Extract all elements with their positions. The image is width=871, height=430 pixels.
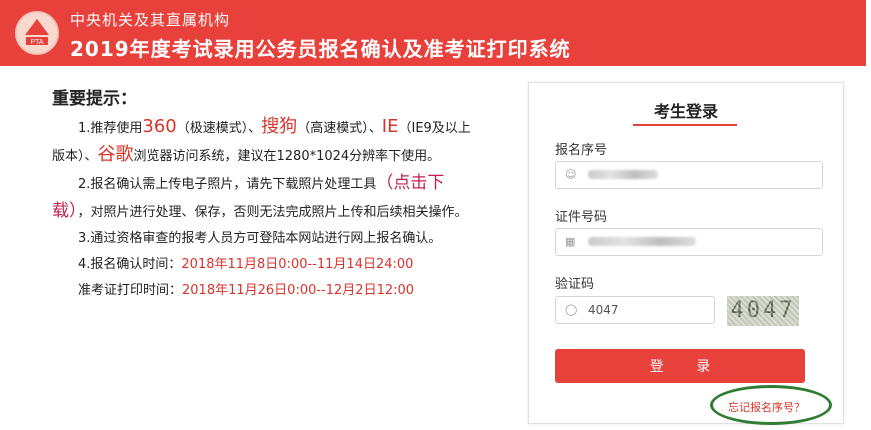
id-number-value — [588, 235, 696, 249]
notice-item-qualification: 3.通过资格审查的报考人员方可登陆本网站进行网上报名确认。 — [78, 231, 442, 246]
notice-heading: 重要提示： — [52, 89, 137, 109]
notice-item-confirm-time: 4.报名确认时间：2018年11月8日0:00--11月14日24:00 — [78, 257, 414, 272]
title-underline — [633, 124, 737, 126]
browser-360: 360 — [142, 116, 177, 137]
system-title: 2019年度考试录用公务员报名确认及准考证打印系统 — [70, 37, 571, 61]
svg-text:PTA: PTA — [30, 39, 43, 46]
registration-number-input[interactable]: ☺ — [555, 161, 823, 189]
shield-icon: ◯ — [565, 303, 578, 316]
captcha-label: 验证码 — [555, 277, 595, 292]
login-button[interactable]: 登 录 — [555, 349, 805, 383]
notice-item-browsers: 1.推荐使用360（极速模式）、搜狗（高速模式）、IE（IE9及以上版本）、谷歌… — [52, 116, 471, 165]
organization-name: 中央机关及其直属机构 — [70, 11, 231, 29]
registration-number-value — [588, 168, 658, 182]
captcha-value: 4047 — [588, 303, 619, 317]
page-header: PTA 中央机关及其直属机构 2019年度考试录用公务员报名确认及准考证打印系统 — [0, 0, 866, 66]
captcha-input[interactable]: ◯ 4047 — [555, 296, 715, 324]
pta-emblem-icon: PTA — [25, 19, 49, 46]
highlight-circle — [710, 385, 832, 425]
pta-logo: PTA — [15, 11, 59, 55]
login-panel: 考生登录 报名序号 ☺ 证件号码 ▦ 验证码 ◯ 4047 4047 登 录 忘… — [528, 82, 844, 424]
browser-ie: IE — [381, 116, 399, 137]
id-card-icon: ▦ — [565, 235, 576, 248]
browser-sogou: 搜狗 — [261, 116, 298, 137]
user-icon: ☺ — [565, 168, 577, 181]
important-notice: 重要提示： 1.推荐使用360（极速模式）、搜狗（高速模式）、IE（IE9及以上… — [52, 86, 472, 304]
id-number-label: 证件号码 — [555, 210, 608, 225]
notice-item-photo: 2.报名确认需上传电子照片，请先下载照片处理工具（点击下载），对照片进行处理、保… — [52, 173, 468, 221]
registration-number-label: 报名序号 — [555, 143, 608, 158]
captcha-image[interactable]: 4047 — [727, 296, 799, 326]
login-title: 考生登录 — [653, 102, 718, 121]
notice-item-print-time: 准考证打印时间：2018年11月26日0:00--12月2日12:00 — [78, 283, 415, 298]
id-number-input[interactable]: ▦ — [555, 228, 823, 256]
browser-google: 谷歌 — [97, 144, 134, 165]
